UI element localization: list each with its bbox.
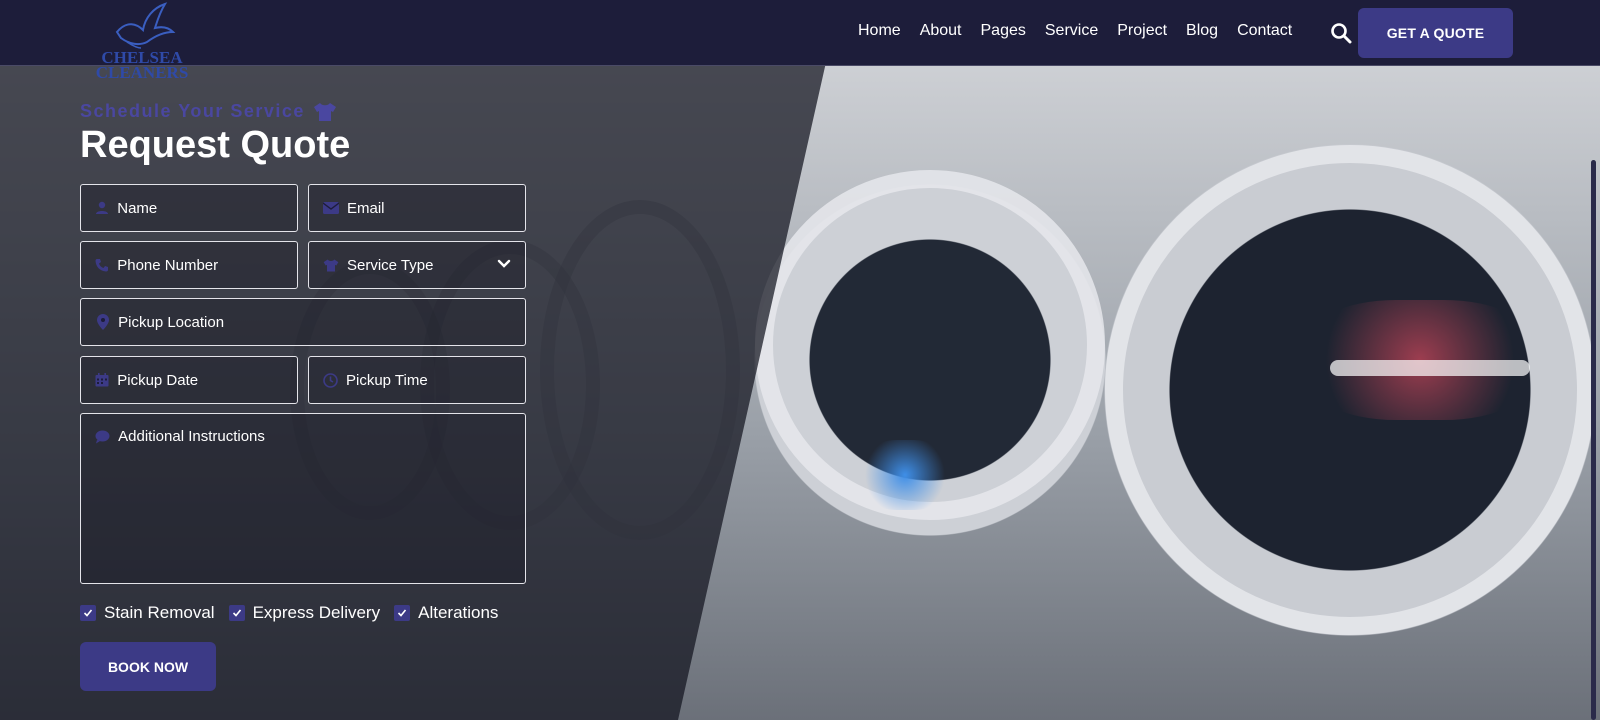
nav-contact[interactable]: Contact bbox=[1237, 22, 1292, 40]
shirt-icon bbox=[323, 257, 339, 273]
envelope-icon bbox=[323, 200, 339, 216]
instructions-textarea[interactable] bbox=[118, 428, 525, 568]
pickup-location-input[interactable] bbox=[118, 313, 525, 331]
comment-icon bbox=[95, 429, 110, 445]
check-icon bbox=[83, 609, 93, 617]
option-alterations[interactable]: Alterations bbox=[394, 603, 498, 623]
light-reflection bbox=[860, 440, 950, 510]
pickup-date-input[interactable] bbox=[117, 371, 297, 389]
service-type-value: Service Type bbox=[347, 256, 434, 274]
check-icon bbox=[398, 609, 407, 617]
dove-icon bbox=[115, 2, 176, 49]
instructions-field[interactable] bbox=[80, 413, 526, 584]
checkbox[interactable] bbox=[80, 605, 96, 621]
get-a-quote-button[interactable]: GET A QUOTE bbox=[1358, 8, 1513, 58]
main-nav: Home About Pages Service Project Blog Co… bbox=[858, 22, 1311, 40]
checkbox[interactable] bbox=[228, 605, 245, 621]
light-reflection bbox=[1330, 360, 1530, 376]
user-icon bbox=[95, 200, 109, 216]
calendar-icon bbox=[95, 372, 109, 388]
pickup-location-field[interactable] bbox=[80, 298, 526, 346]
service-options: Stain Removal Express Delivery Alteratio… bbox=[80, 603, 512, 623]
brand-logo[interactable]: CHELSEA CLEANERS bbox=[92, 2, 192, 92]
section-eyebrow: Schedule Your Service bbox=[80, 101, 337, 122]
pickup-time-input[interactable] bbox=[346, 371, 525, 389]
name-field[interactable] bbox=[80, 184, 298, 232]
nav-project[interactable]: Project bbox=[1117, 22, 1167, 40]
nav-blog[interactable]: Blog bbox=[1186, 22, 1218, 40]
email-input[interactable] bbox=[347, 199, 525, 217]
service-type-select[interactable]: Service Type bbox=[308, 241, 526, 289]
nav-service[interactable]: Service bbox=[1045, 22, 1098, 40]
option-label: Stain Removal bbox=[104, 603, 215, 622]
name-input[interactable] bbox=[117, 199, 297, 217]
phone-icon bbox=[95, 257, 109, 273]
phone-field[interactable] bbox=[80, 241, 298, 289]
site-header: CHELSEA CLEANERS Home About Pages Service… bbox=[0, 0, 1600, 81]
page-scrollbar[interactable] bbox=[1591, 160, 1596, 720]
pickup-time-field[interactable] bbox=[308, 356, 526, 404]
book-now-button[interactable]: BOOK NOW bbox=[80, 642, 216, 691]
chevron-down-icon[interactable] bbox=[497, 257, 511, 271]
phone-input[interactable] bbox=[117, 256, 297, 274]
logo-text: CHELSEA CLEANERS bbox=[95, 48, 189, 82]
pickup-date-field[interactable] bbox=[80, 356, 298, 404]
option-express-delivery[interactable]: Express Delivery bbox=[228, 603, 381, 623]
checkbox[interactable] bbox=[394, 605, 411, 621]
nav-about[interactable]: About bbox=[920, 22, 962, 40]
option-label: Express Delivery bbox=[252, 603, 381, 622]
map-pin-icon bbox=[95, 314, 110, 330]
option-stain-removal[interactable]: Stain Removal bbox=[80, 603, 215, 623]
nav-pages[interactable]: Pages bbox=[981, 22, 1026, 40]
eyebrow-text: Schedule Your Service bbox=[80, 101, 305, 121]
clock-icon bbox=[323, 372, 338, 388]
search-icon[interactable] bbox=[1330, 22, 1352, 44]
check-icon bbox=[232, 609, 241, 617]
option-label: Alterations bbox=[418, 603, 499, 622]
email-field[interactable] bbox=[308, 184, 526, 232]
shirt-icon bbox=[313, 102, 336, 121]
nav-home[interactable]: Home bbox=[858, 22, 901, 40]
form-title: Request Quote bbox=[80, 124, 351, 166]
